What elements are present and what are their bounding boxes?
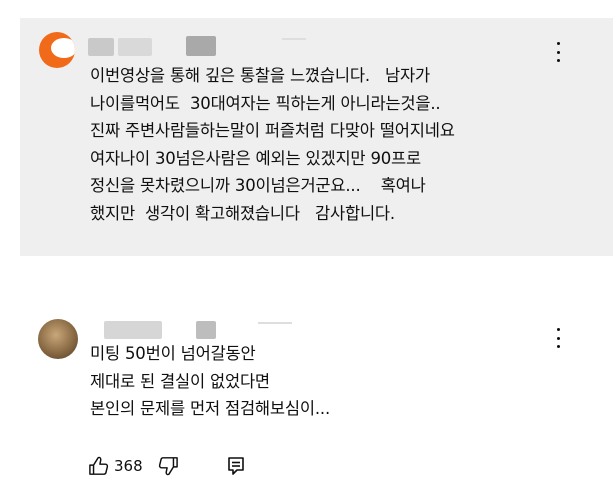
avatar-orange-icon[interactable] [39, 32, 75, 68]
timestamp-blurred[interactable] [186, 36, 216, 56]
comment-text: 미팅 50번이 넘어갈동안 제대로 된 결실이 없었다면 본인의 문제를 먼저 … [90, 344, 330, 418]
more-vert-icon[interactable] [550, 328, 566, 348]
meta-blurred [258, 322, 292, 324]
reply-icon [227, 457, 244, 475]
author-name-blurred[interactable] [88, 38, 114, 56]
timestamp-blurred[interactable] [196, 321, 216, 339]
comment-text: 이번영상을 통해 깊은 통찰을 느꼈습니다. 남자가 나이를먹어도 30대여자는… [90, 66, 455, 223]
comment-highlighted: 이번영상을 통해 깊은 통찰을 느꼈습니다. 남자가 나이를먹어도 30대여자는… [20, 18, 613, 256]
meta-blurred [282, 38, 306, 40]
thumb-up-icon [89, 456, 109, 475]
more-vert-icon[interactable] [550, 42, 566, 62]
comment-actions: 368 [88, 452, 245, 480]
like-button[interactable]: 368 [88, 456, 143, 476]
author-name-blurred[interactable] [104, 321, 162, 339]
comments-page: 이번영상을 통해 깊은 통찰을 느꼈습니다. 남자가 나이를먹어도 30대여자는… [0, 0, 613, 496]
like-count: 368 [114, 457, 143, 475]
avatar-photo-icon[interactable] [38, 319, 78, 359]
author-name-blurred-2 [118, 38, 152, 56]
dislike-button[interactable] [157, 456, 179, 476]
reply-button[interactable] [227, 456, 245, 476]
thumb-down-icon [158, 457, 178, 476]
